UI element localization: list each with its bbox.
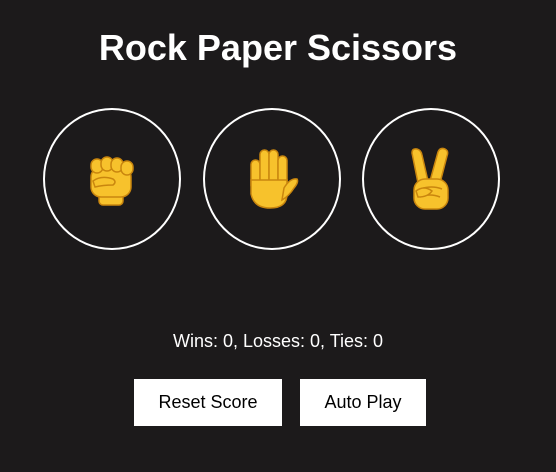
auto-play-button[interactable]: Auto Play xyxy=(300,379,426,426)
paper-button[interactable] xyxy=(203,108,341,250)
score-text: Wins: 0, Losses: 0, Ties: 0 xyxy=(172,331,384,351)
rock-button[interactable] xyxy=(43,108,181,250)
scissors-button[interactable] xyxy=(362,108,500,250)
raised-hand-icon xyxy=(244,148,300,210)
fist-icon xyxy=(87,151,137,207)
page-title: Rock Paper Scissors xyxy=(98,27,458,68)
victory-hand-icon xyxy=(408,147,454,211)
choice-buttons xyxy=(43,108,513,254)
reset-score-button[interactable]: Reset Score xyxy=(134,379,282,426)
